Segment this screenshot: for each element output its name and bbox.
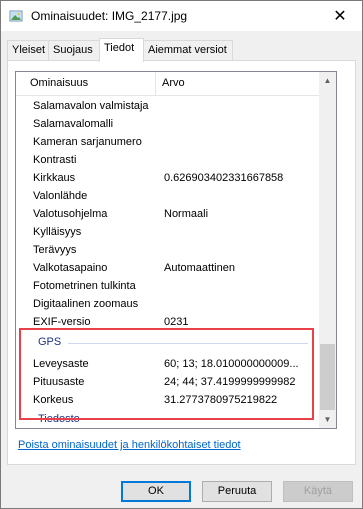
- apply-button[interactable]: Käytä: [283, 481, 353, 502]
- cancel-button[interactable]: Peruuta: [202, 481, 272, 502]
- table-row[interactable]: Salamavalon valmistaja: [16, 97, 319, 115]
- table-row[interactable]: Digitaalinen zoomaus: [16, 295, 319, 313]
- table-row[interactable]: Fotometrinen tulkinta: [16, 277, 319, 295]
- property-value: 31.2773780975219822: [164, 394, 278, 406]
- column-header-arvo[interactable]: Arvo: [156, 72, 185, 95]
- property-name: Terävyys: [33, 244, 77, 256]
- tab-tiedot[interactable]: Tiedot: [99, 38, 144, 62]
- table-row[interactable]: Kylläisyys: [16, 223, 319, 241]
- table-row[interactable]: Valonlähde: [16, 187, 319, 205]
- property-name: Kirkkaus: [33, 172, 76, 184]
- property-name: Valkotasapaino: [33, 262, 108, 274]
- property-name: Leveysaste: [33, 358, 89, 370]
- table-row[interactable]: Korkeus 31.2773780975219822: [16, 391, 319, 409]
- remove-properties-link[interactable]: Poista ominaisuudet ja henkilökohtaiset …: [18, 439, 241, 451]
- ok-button[interactable]: OK: [121, 481, 191, 502]
- title-bar: Ominaisuudet: IMG_2177.jpg ✕: [1, 1, 362, 31]
- properties-window: Ominaisuudet: IMG_2177.jpg ✕ Yleiset Suo…: [0, 0, 363, 509]
- scroll-thumb[interactable]: [320, 344, 335, 410]
- close-icon: ✕: [333, 8, 347, 25]
- table-row[interactable]: Kontrasti: [16, 151, 319, 169]
- property-name: Korkeus: [33, 394, 74, 406]
- table-row[interactable]: EXIF-versio 0231: [16, 313, 319, 331]
- table-row[interactable]: Salamavalomalli: [16, 115, 319, 133]
- table-row[interactable]: Kameran sarjanumero: [16, 133, 319, 151]
- table-row[interactable]: Leveysaste 60; 13; 18.010000000009...: [16, 355, 319, 373]
- property-name: Kontrasti: [33, 154, 77, 166]
- property-value: 0231: [164, 316, 189, 328]
- tab-label: Aiemmat versiot: [148, 44, 227, 56]
- tab-label: Suojaus: [53, 44, 93, 56]
- tab-suojaus[interactable]: Suojaus: [48, 40, 100, 60]
- table-row[interactable]: Terävyys: [16, 241, 319, 259]
- group-divider: [68, 343, 308, 344]
- group-label-gps: GPS: [38, 336, 62, 348]
- scroll-up-icon[interactable]: ▲: [319, 72, 336, 89]
- image-file-icon: [9, 10, 23, 22]
- table-row[interactable]: Valkotasapaino Automaattinen: [16, 259, 319, 277]
- group-label-tiedosto: Tiedosto: [38, 413, 80, 425]
- property-name: Kameran sarjanumero: [33, 136, 142, 148]
- property-value: 24; 44; 37.4199999999982: [164, 376, 296, 388]
- property-name: Kylläisyys: [33, 226, 82, 238]
- property-name: Pituusaste: [33, 376, 85, 388]
- property-name: Salamavalon valmistaja: [33, 100, 149, 112]
- property-name: Fotometrinen tulkinta: [33, 280, 136, 292]
- vertical-scrollbar[interactable]: ▲ ▼: [319, 72, 336, 428]
- property-value: Automaattinen: [164, 262, 235, 274]
- tab-yleiset[interactable]: Yleiset: [7, 40, 49, 60]
- property-value: 0.626903402331667858: [164, 172, 284, 184]
- table-row[interactable]: Valotusohjelma Normaali: [16, 205, 319, 223]
- property-value: Normaali: [164, 208, 209, 220]
- tab-label: Tiedot: [104, 42, 135, 54]
- properties-list[interactable]: Ominaisuus Arvo Salamavalon valmistaja S…: [15, 71, 337, 429]
- property-name: Digitaalinen zoomaus: [33, 298, 139, 310]
- list-header: Ominaisuus Arvo: [16, 72, 319, 96]
- tab-label: Yleiset: [12, 44, 46, 56]
- window-title: Ominaisuudet: IMG_2177.jpg: [31, 9, 188, 23]
- scroll-down-icon[interactable]: ▼: [319, 411, 336, 428]
- table-row[interactable]: Kirkkaus 0.626903402331667858: [16, 169, 319, 187]
- column-header-ominaisuus[interactable]: Ominaisuus: [24, 72, 88, 95]
- property-name: EXIF-versio: [33, 316, 91, 328]
- table-row[interactable]: Pituusaste 24; 44; 37.4199999999982: [16, 373, 319, 391]
- property-name: Valotusohjelma: [33, 208, 108, 220]
- close-button[interactable]: ✕: [318, 1, 362, 31]
- tab-aiemmat-versiot[interactable]: Aiemmat versiot: [143, 40, 233, 60]
- property-name: Valonlähde: [33, 190, 88, 202]
- property-value: 60; 13; 18.010000000009...: [164, 358, 299, 370]
- property-name: Salamavalomalli: [33, 118, 114, 130]
- tab-strip: Yleiset Suojaus Tiedot Aiemmat versiot: [7, 38, 359, 62]
